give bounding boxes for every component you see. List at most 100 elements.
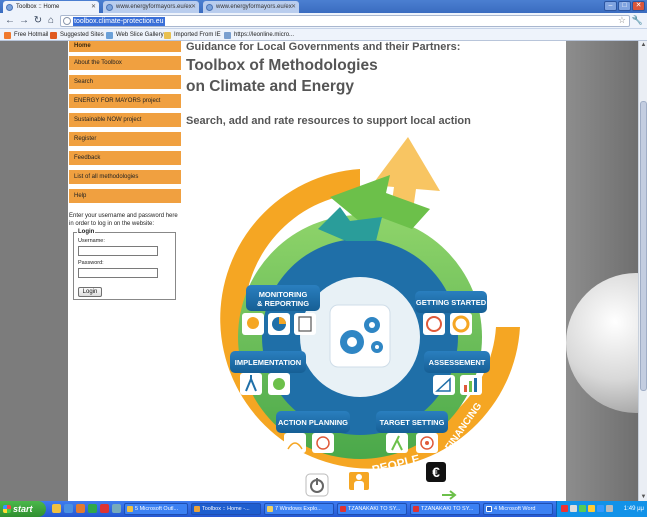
start-label: start: [13, 504, 33, 514]
menu-item-feedback[interactable]: Feedback: [69, 151, 181, 165]
bookmark-free-hotmail[interactable]: Free Hotmail: [4, 30, 48, 40]
address-bar[interactable]: toolbox.climate-protection.eu ☆: [60, 15, 630, 27]
menu-item-sustainable-now[interactable]: Sustainable NOW project: [69, 113, 181, 127]
globe-icon: [206, 4, 213, 11]
scroll-up-icon[interactable]: ▲: [639, 41, 647, 49]
pdf-icon: [413, 506, 419, 512]
web-slice-icon: [106, 32, 113, 39]
tray-icon[interactable]: [579, 505, 586, 512]
start-button[interactable]: start: [0, 501, 46, 517]
minimize-button[interactable]: –: [604, 1, 617, 11]
tray-icon[interactable]: [597, 505, 604, 512]
methodology-cycle-diagram: MONITORING & REPORTING GETTING STARTED I…: [220, 137, 520, 501]
globe-icon: [6, 4, 13, 11]
euro-icon: €: [426, 462, 446, 482]
box-label: MONITORING: [259, 290, 308, 299]
page-title-line2: on Climate and Energy: [186, 78, 354, 95]
tray-icon[interactable]: [606, 505, 613, 512]
windows-logo-icon: [3, 505, 11, 513]
screen: Toolbox :: Home ✕ www.energyformayors.eu…: [0, 0, 647, 517]
task-toolbox-home[interactable]: Toolbox :: Home -...: [191, 503, 261, 515]
box-label: TARGET SETTING: [380, 418, 445, 427]
arrow-right-icon: [438, 489, 462, 501]
bookmarks-bar: Free Hotmail Suggested Sites Web Slice G…: [0, 29, 647, 41]
menu-item-register[interactable]: Register: [69, 132, 181, 146]
close-window-button[interactable]: ✕: [632, 1, 645, 11]
folder-icon: [164, 32, 171, 39]
quick-launch-icon[interactable]: [76, 504, 85, 513]
web-page: Home About the Toolbox Search ENERGY FOR…: [0, 41, 647, 501]
box-label: & REPORTING: [257, 299, 309, 308]
tray-icon[interactable]: [588, 505, 595, 512]
outlook-icon: [127, 506, 133, 512]
tab-energy-for-mayors-2[interactable]: www.energyformayors.eu/ex ✕: [203, 1, 299, 13]
quick-launch-icon[interactable]: [112, 504, 121, 513]
box-label: ACTION PLANNING: [278, 418, 348, 427]
reload-icon[interactable]: ↻: [32, 14, 44, 27]
login-button[interactable]: Login: [78, 287, 102, 297]
username-label: Username:: [78, 238, 105, 244]
bookmark-star-icon[interactable]: ☆: [618, 15, 626, 26]
person-icon: [348, 471, 370, 491]
task-windows-explorer[interactable]: 7 Windows Explo...: [264, 503, 334, 515]
task-microsoft-word[interactable]: 4 Microsoft Word: [483, 503, 553, 515]
guidance-heading: Guidance for Local Governments and their…: [186, 41, 461, 53]
box-monitoring-reporting[interactable]: MONITORING & REPORTING: [242, 285, 320, 335]
bookmark-imported-from-ie[interactable]: Imported From IE: [164, 30, 221, 40]
bookmark-label: Suggested Sites: [60, 32, 104, 38]
login-instructions: Enter your username and password here in…: [69, 213, 178, 227]
forward-icon[interactable]: →: [18, 14, 30, 27]
password-field[interactable]: [78, 268, 158, 278]
quick-launch-icon[interactable]: [88, 504, 97, 513]
page-title: Toolbox of Methodologies: [186, 57, 378, 74]
hotmail-icon: [4, 32, 11, 39]
quick-launch-icon[interactable]: [64, 504, 73, 513]
menu-item-search[interactable]: Search: [69, 75, 181, 89]
username-field[interactable]: [78, 246, 158, 256]
tab-label: www.energyformayors.eu/ex: [116, 4, 192, 10]
browser-toolbar: ← → ↻ ⌂ toolbox.climate-protection.eu ☆ …: [0, 13, 647, 29]
close-tab-icon[interactable]: ✕: [91, 1, 96, 13]
maximize-button[interactable]: □: [618, 1, 631, 11]
spiral-icon: [312, 433, 334, 453]
bookmark-suggested-sites[interactable]: Suggested Sites: [50, 30, 104, 40]
tab-energy-for-mayors-1[interactable]: www.energyformayors.eu/ex ✕: [103, 1, 199, 13]
url-text[interactable]: toolbox.climate-protection.eu: [73, 17, 165, 26]
menu-item-energy-for-mayors[interactable]: ENERGY FOR MAYORS project: [69, 94, 181, 108]
task-tzanakaki-1[interactable]: TZANAKAKI TO SY...: [337, 503, 407, 515]
quick-launch-icon[interactable]: [52, 504, 61, 513]
login-form: Login Username: Password: Login: [73, 229, 176, 300]
checklist-icon: [294, 313, 316, 335]
power-icon: [305, 473, 329, 497]
close-tab-icon[interactable]: ✕: [291, 1, 296, 13]
page-background-right: [566, 41, 638, 501]
tray-icon[interactable]: [570, 505, 577, 512]
tab-label: www.energyformayors.eu/ex: [216, 4, 292, 10]
home-icon[interactable]: ⌂: [45, 14, 57, 27]
quick-launch-icon[interactable]: [100, 504, 109, 513]
bookmark-label: https://leonline.micro...: [234, 32, 295, 38]
euro-symbol: €: [432, 464, 440, 480]
bookmark-web-slice-gallery[interactable]: Web Slice Gallery: [106, 30, 164, 40]
box-label: ASSESSEMENT: [429, 358, 486, 367]
task-label: TZANAKAKI TO SY...: [421, 506, 474, 512]
wrench-icon[interactable]: 🔧: [632, 15, 643, 26]
menu-item-help[interactable]: Help: [69, 189, 181, 203]
tab-toolbox-home[interactable]: Toolbox :: Home ✕: [3, 1, 99, 13]
task-tzanakaki-2[interactable]: TZANAKAKI TO SY...: [410, 503, 480, 515]
bookmark-leonline[interactable]: https://leonline.micro...: [224, 30, 294, 40]
page-icon: [224, 32, 231, 39]
scroll-thumb[interactable]: [640, 101, 647, 391]
globe-icon: [106, 4, 113, 11]
vertical-scrollbar[interactable]: ▲ ▼: [638, 41, 647, 501]
menu-item-about[interactable]: About the Toolbox: [69, 56, 181, 70]
back-icon[interactable]: ←: [4, 14, 16, 27]
task-outlook[interactable]: 5 Microsoft Outl...: [124, 503, 188, 515]
box-label: IMPLEMENTATION: [235, 358, 301, 367]
tray-icon[interactable]: [561, 505, 568, 512]
scroll-down-icon[interactable]: ▼: [639, 493, 647, 501]
menu-item-list-methodologies[interactable]: List of all methodologies: [69, 170, 181, 184]
menu-item-home[interactable]: Home: [69, 41, 181, 52]
close-tab-icon[interactable]: ✕: [191, 1, 196, 13]
clock[interactable]: 1:49 μμ: [624, 501, 644, 517]
